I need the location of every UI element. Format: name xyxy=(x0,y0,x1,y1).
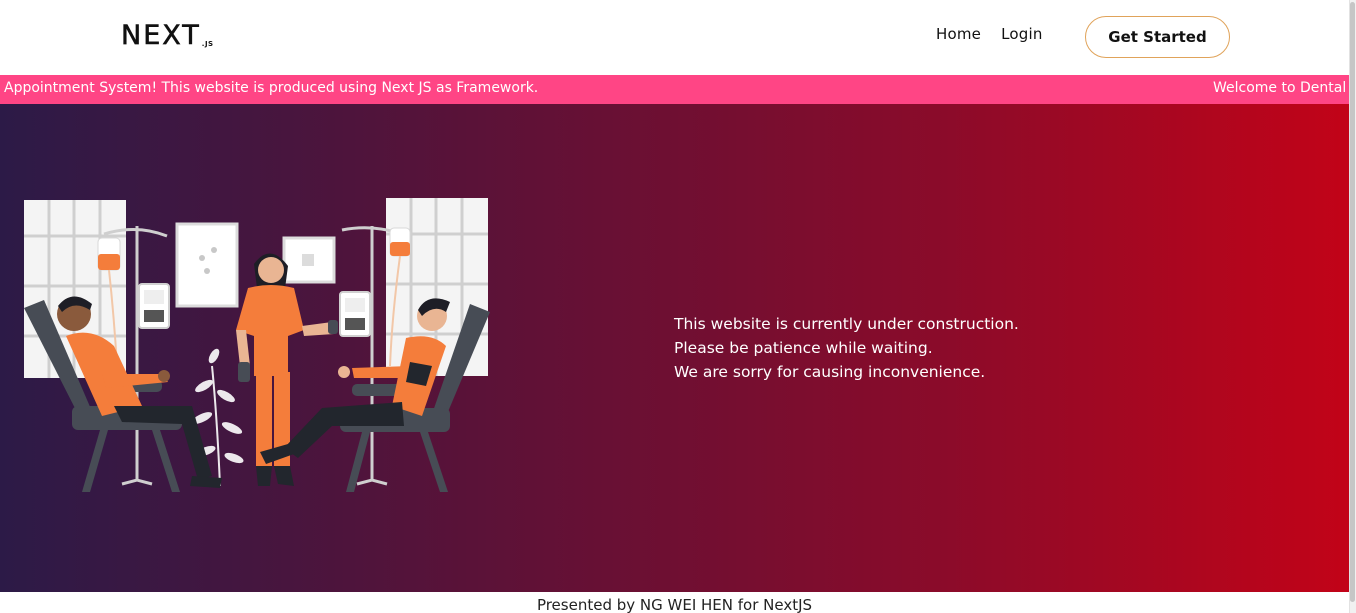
get-started-button[interactable]: Get Started xyxy=(1085,16,1230,58)
marquee-text-repeat: Welcome to Dental xyxy=(1213,80,1347,96)
page: NEXT .JS Home Login Get Started Appointm… xyxy=(0,0,1349,613)
message-line: This website is currently under construc… xyxy=(674,315,1019,333)
nav-links: Home Login xyxy=(936,25,1043,43)
medical-clinic-illustration-icon xyxy=(24,198,490,492)
announcement-marquee: Appointment System! This website is prod… xyxy=(0,75,1349,104)
message-line: We are sorry for causing inconvenience. xyxy=(674,363,986,381)
marquee-text: Appointment System! This website is prod… xyxy=(4,80,539,96)
nav-login-link[interactable]: Login xyxy=(1001,25,1042,43)
vertical-scrollbar[interactable] xyxy=(1349,0,1356,613)
hero-section: This website is currently under construc… xyxy=(0,104,1349,592)
scrollbar-thumb[interactable] xyxy=(1350,2,1355,602)
logo-wordmark: NEXT xyxy=(121,20,201,51)
navbar: NEXT .JS Home Login Get Started xyxy=(0,0,1349,75)
nav-home-link[interactable]: Home xyxy=(936,25,981,43)
footer-credit: Presented by NG WEI HEN for NextJS xyxy=(536,596,813,613)
footer: Presented by NG WEI HEN for NextJS xyxy=(0,592,1349,613)
message-line: Please be patience while waiting. xyxy=(674,339,933,357)
logo[interactable]: NEXT .JS xyxy=(121,20,214,51)
logo-suffix: .JS xyxy=(201,40,214,48)
construction-message: This website is currently under construc… xyxy=(674,312,1019,384)
